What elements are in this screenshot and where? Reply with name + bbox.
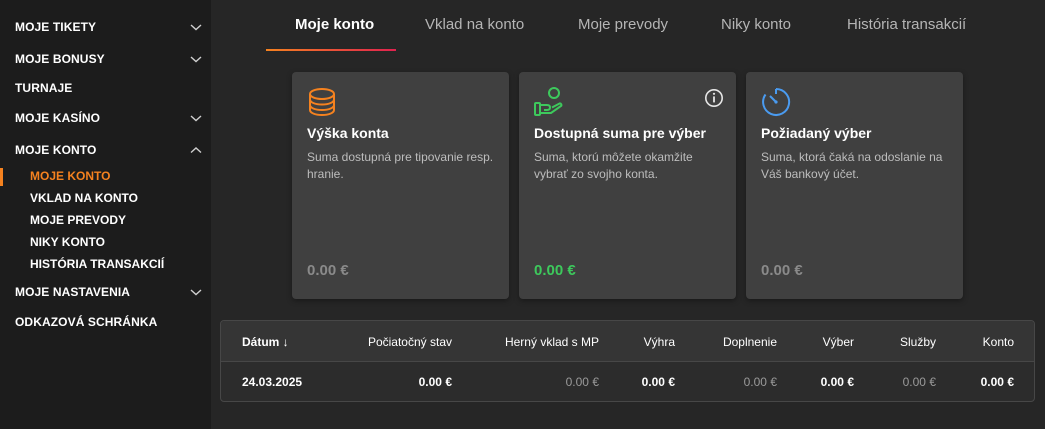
sidebar-item-moje-tikety[interactable]: MOJE TIKETY [15, 17, 203, 37]
card-description: Suma dostupná pre tipovanie resp. hranie… [307, 150, 494, 181]
sidebar-item-label: MOJE BONUSY [15, 52, 105, 66]
header-sluzby: Služby [899, 335, 936, 349]
cell-pociatocny-stav: 0.00 € [418, 375, 452, 389]
chevron-down-icon [190, 56, 202, 63]
tab-vklad-na-konto[interactable]: Vklad na konto [425, 16, 524, 38]
sidebar-item-label: MOJE TIKETY [15, 20, 97, 34]
sidebar-subitem-moje-konto[interactable]: MOJE KONTO [30, 167, 110, 185]
cell-herny-vklad: 0.00 € [565, 375, 599, 389]
card-value: 0.00 € [307, 262, 349, 279]
sidebar: MOJE TIKETY MOJE BONUSY TURNAJE MOJE KAS… [0, 0, 211, 429]
header-doplnenie: Doplnenie [722, 335, 777, 349]
cell-konto: 0.00 € [980, 375, 1014, 389]
info-icon[interactable] [704, 88, 724, 108]
hand-coin-icon [534, 87, 563, 116]
chevron-down-icon [190, 115, 202, 122]
sidebar-item-moje-kasino[interactable]: MOJE KASÍNO [15, 108, 203, 128]
active-tab-underline [266, 49, 396, 51]
chevron-up-icon [190, 147, 202, 154]
sidebar-item-label: ODKAZOVÁ SCHRÁNKA [15, 315, 158, 329]
card-description: Suma, ktorú môžete okamžite vybrať zo sv… [534, 150, 693, 181]
tab-historia-transakcii[interactable]: História transakcií [847, 16, 966, 38]
sidebar-subitem-historia-transakcii[interactable]: HISTÓRIA TRANSAKCIÍ [30, 255, 164, 273]
sidebar-item-label: MOJE KONTO [15, 143, 97, 157]
header-pociatocny-stav: Počiatočný stav [367, 335, 452, 349]
tab-moje-konto[interactable]: Moje konto [295, 16, 374, 38]
cell-vyber: 0.00 € [820, 375, 854, 389]
header-datum[interactable]: Dátum ↓ [242, 335, 289, 349]
card-title: Výška konta [307, 125, 389, 141]
sidebar-item-odkazova-schranka[interactable]: ODKAZOVÁ SCHRÁNKA [15, 312, 203, 332]
table-header: Dátum ↓ Počiatočný stav Herný vklad s MP… [221, 321, 1034, 362]
sidebar-item-label: MOJE NASTAVENIA [15, 285, 131, 299]
card-poziadany-vyber: Požiadaný výber Suma, ktorá čaká na odos… [746, 72, 963, 299]
header-vyber: Výber [822, 335, 854, 349]
header-herny-vklad: Herný vklad s MP [504, 335, 599, 349]
stopwatch-icon [762, 87, 791, 116]
chevron-down-icon [190, 24, 202, 31]
card-dostupna-suma: Dostupná suma pre výber Suma, ktorú môže… [519, 72, 736, 299]
tab-niky-konto[interactable]: Niky konto [721, 16, 791, 38]
card-vyska-konta: Výška konta Suma dostupná pre tipovanie … [292, 72, 509, 299]
header-konto: Konto [982, 335, 1014, 349]
active-indicator [0, 168, 3, 186]
card-value: 0.00 € [534, 262, 576, 279]
card-title: Dostupná suma pre výber [534, 125, 706, 141]
sidebar-item-moje-bonusy[interactable]: MOJE BONUSY [15, 49, 203, 69]
sidebar-subitem-niky-konto[interactable]: NIKY KONTO [30, 233, 105, 251]
card-description: Suma, ktorá čaká na odoslanie na Váš ban… [761, 150, 943, 181]
sidebar-item-label: TURNAJE [15, 81, 73, 95]
sidebar-item-moje-nastavenia[interactable]: MOJE NASTAVENIA [15, 282, 203, 302]
tab-moje-prevody[interactable]: Moje prevody [578, 16, 668, 38]
sidebar-subitem-vklad-na-konto[interactable]: VKLAD NA KONTO [30, 189, 138, 207]
cell-datum: 24.03.2025 [242, 375, 303, 389]
chevron-down-icon [190, 289, 202, 296]
card-value: 0.00 € [761, 262, 803, 279]
cell-sluzby: 0.00 € [902, 375, 936, 389]
sidebar-item-turnaje[interactable]: TURNAJE [15, 78, 203, 98]
cell-doplnenie: 0.00 € [743, 375, 777, 389]
sidebar-item-label: MOJE KASÍNO [15, 111, 101, 125]
cell-vyhra: 0.00 € [641, 375, 675, 389]
coins-stack-icon [309, 88, 335, 117]
transactions-table: Dátum ↓ Počiatočný stav Herný vklad s MP… [220, 320, 1035, 402]
sidebar-item-moje-konto[interactable]: MOJE KONTO [15, 140, 203, 160]
card-title: Požiadaný výber [761, 125, 872, 141]
sidebar-subitem-moje-prevody[interactable]: MOJE PREVODY [30, 211, 126, 229]
header-vyhra: Výhra [643, 335, 675, 349]
